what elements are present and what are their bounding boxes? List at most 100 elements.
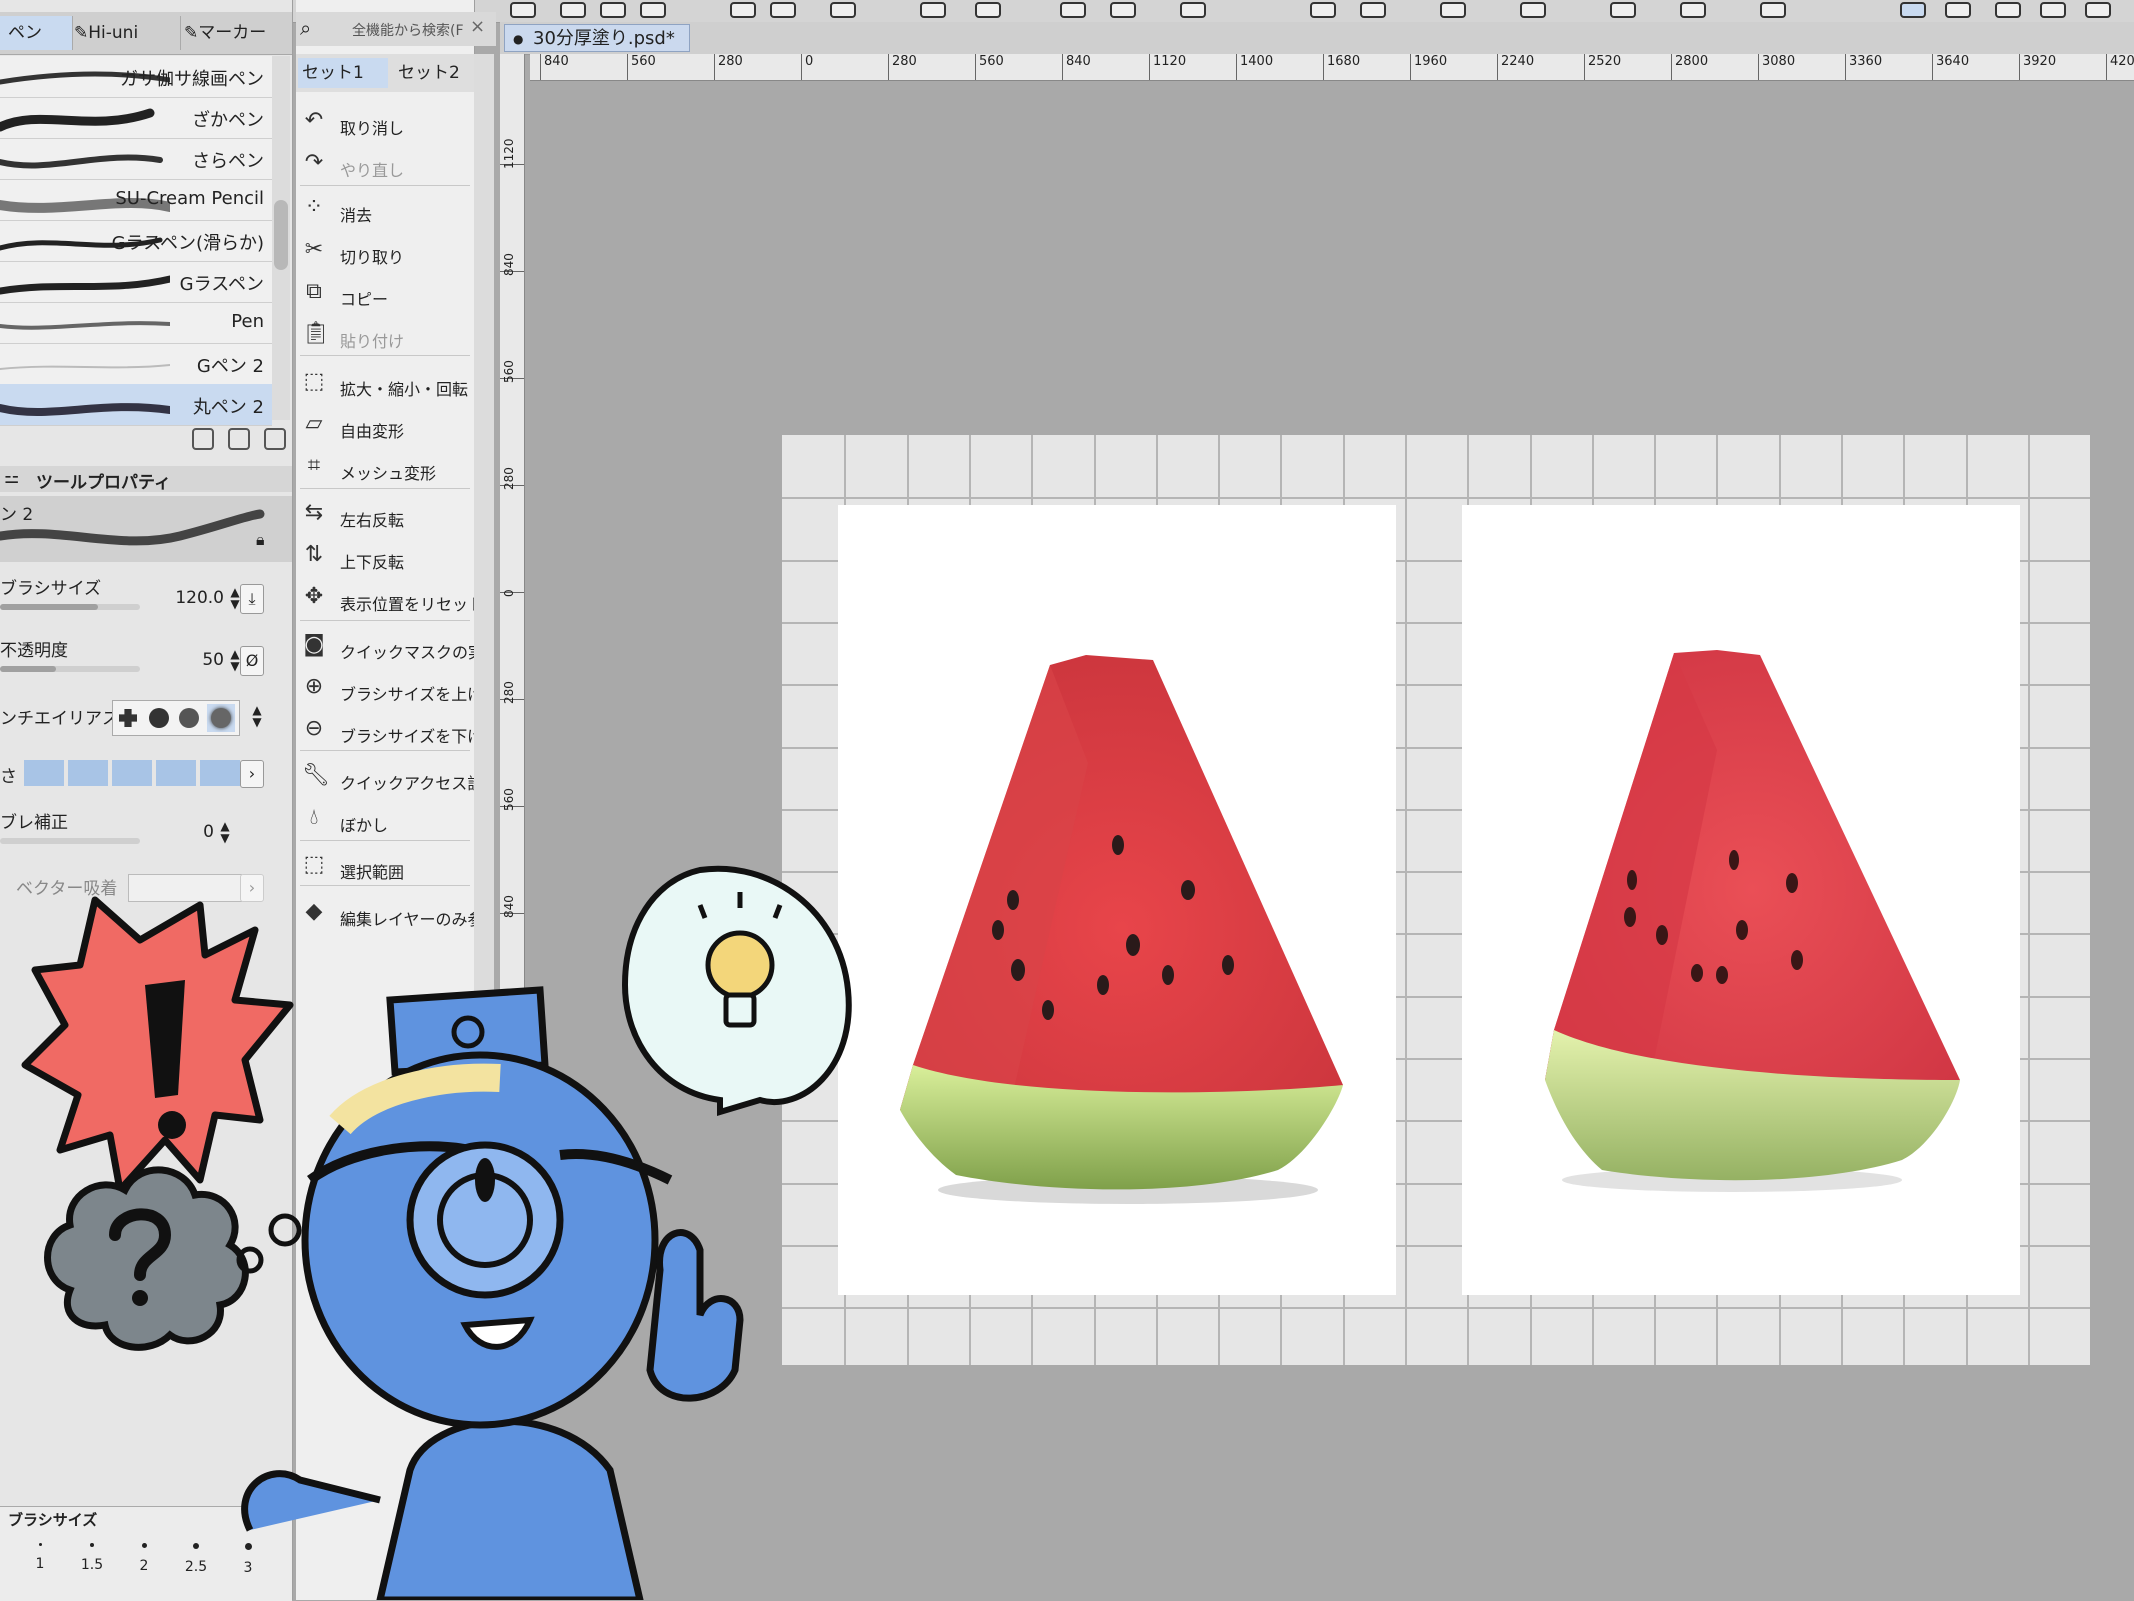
command-item[interactable]: 🔧︎ クイックアクセス設 xyxy=(296,758,483,798)
chevron-right-icon[interactable]: › xyxy=(240,760,264,788)
stabilization-value[interactable]: 0 xyxy=(203,822,214,842)
brush-duplicate-icon[interactable] xyxy=(228,428,250,450)
toolbar-marker-icon[interactable] xyxy=(1610,2,1636,18)
toolbar-redo-icon[interactable] xyxy=(770,2,796,18)
flip-vertical-icon: ⇅ xyxy=(304,542,324,567)
toolbar-snap2-icon[interactable] xyxy=(1945,2,1971,18)
thickness-segment[interactable] xyxy=(112,760,152,786)
scrollbar-thumb[interactable] xyxy=(274,200,288,270)
tab-set-1[interactable]: セット1 xyxy=(298,58,388,88)
toolbar-open-icon[interactable] xyxy=(600,2,626,18)
command-item[interactable]: ◙ クイックマスクの実 xyxy=(296,627,484,667)
brush-size-value[interactable]: 120.0 xyxy=(175,588,224,608)
antialias-weak-icon[interactable] xyxy=(149,708,169,728)
command-item[interactable]: 📋︎ 貼り付け xyxy=(296,316,472,356)
brush-item[interactable]: さらペン xyxy=(0,138,272,180)
command-label: コピー xyxy=(340,290,389,309)
toolbar-fill-icon[interactable] xyxy=(975,2,1001,18)
brush-item[interactable]: Gペン 2 xyxy=(0,343,272,385)
thickness-segment[interactable] xyxy=(200,760,240,786)
command-label: クイックアクセス設 xyxy=(340,774,484,793)
toolbar-transform-icon[interactable] xyxy=(1060,2,1086,18)
opacity-slider[interactable] xyxy=(0,666,140,672)
command-item[interactable]: ⊕ ブラシサイズを上げ xyxy=(296,669,483,709)
toolbar-save-icon[interactable] xyxy=(640,2,666,18)
tab-marker[interactable]: ✎マーカー xyxy=(176,16,297,50)
stabilization-spinner[interactable]: ▲ ▼ xyxy=(218,820,232,846)
stabilization-slider[interactable] xyxy=(0,838,140,844)
tab-hi-uni[interactable]: ✎Hi-uni xyxy=(66,16,181,50)
toolbar-grid-icon[interactable] xyxy=(1440,2,1466,18)
brush-delete-icon[interactable] xyxy=(264,428,286,450)
toolbar-frame-icon[interactable] xyxy=(1680,2,1706,18)
brush-label: ざかペン xyxy=(192,110,264,131)
toolbar-snap-icon[interactable] xyxy=(1900,2,1926,18)
brush-label: Gペン 2 xyxy=(196,356,264,377)
brush-import-icon[interactable] xyxy=(192,428,214,450)
toolbar-clear-icon[interactable] xyxy=(830,2,856,18)
toolbar-deselect-icon[interactable] xyxy=(1110,2,1136,18)
antialias-none-icon[interactable] xyxy=(119,709,137,727)
toolbar-guide-icon[interactable] xyxy=(1520,2,1546,18)
brush-item[interactable]: 丸ペン 2 xyxy=(0,384,272,426)
toolbar-undo-icon[interactable] xyxy=(730,2,756,18)
close-icon[interactable]: × xyxy=(470,16,485,37)
command-label: メッシュ変形 xyxy=(340,464,437,483)
ruler-tick: 560 xyxy=(975,54,1004,80)
brush-item[interactable]: Gラスペン xyxy=(0,261,272,303)
command-label: 左右反転 xyxy=(340,511,405,530)
command-item[interactable]: ⁘ 消去 xyxy=(296,190,472,230)
brush-item[interactable]: ざかペン xyxy=(0,97,272,139)
command-item[interactable]: ↶ 取り消し xyxy=(296,103,472,143)
toolbar-flip-icon[interactable] xyxy=(1310,2,1336,18)
command-item[interactable]: ▱ 自由変形 xyxy=(296,406,472,446)
brush-item[interactable]: ガサ伽サ線画ペン xyxy=(0,56,272,98)
frame-right xyxy=(1462,505,2020,1295)
opacity-reset-icon[interactable]: Ø xyxy=(240,646,264,676)
tab-set-2[interactable]: セット2 xyxy=(394,58,472,88)
command-item[interactable]: ⧉ コピー xyxy=(296,274,472,314)
command-item[interactable]: 💧︎ ぼかし xyxy=(296,800,472,840)
thickness-segment[interactable] xyxy=(24,760,64,786)
opacity-value[interactable]: 50 xyxy=(202,650,224,670)
brush-item[interactable]: Pen xyxy=(0,302,272,344)
brush-size-row: ブラシサイズ 120.0 ▲ ▼ ⤓ xyxy=(0,574,292,624)
command-search[interactable]: ⌕ 全機能から検索(F × xyxy=(296,12,496,46)
command-item[interactable]: ⇆ 左右反転 xyxy=(296,495,472,535)
antialias-medium-icon[interactable] xyxy=(179,708,199,728)
toolbar-hand-icon[interactable] xyxy=(1995,2,2021,18)
thickness-segment[interactable] xyxy=(68,760,108,786)
document-tab[interactable]: ● 30分厚塗り.psd* xyxy=(504,24,690,52)
toolbar-export-icon[interactable] xyxy=(920,2,946,18)
brush-stroke-preview xyxy=(0,275,170,295)
antialias-selector[interactable] xyxy=(112,700,240,736)
toolbar-hand3-icon[interactable] xyxy=(2085,2,2111,18)
thickness-bar[interactable] xyxy=(24,760,240,786)
toolbar-ruler-icon[interactable] xyxy=(1760,2,1786,18)
command-item[interactable]: ↷ やり直し xyxy=(296,145,472,185)
brush-item[interactable]: Gラスペン(滑らか) xyxy=(0,220,272,262)
toolbar-layer-icon[interactable] xyxy=(510,2,536,18)
toolbar-rotate-icon[interactable] xyxy=(1360,2,1386,18)
command-item[interactable]: ⬚ 拡大・縮小・回転 xyxy=(296,364,472,404)
command-item[interactable]: ⇅ 上下反転 xyxy=(296,537,472,577)
command-item[interactable]: ⊖ ブラシサイズを下げ xyxy=(296,711,483,751)
canvas-page[interactable] xyxy=(782,435,2090,1365)
tab-pen[interactable]: ペン xyxy=(0,16,73,50)
thickness-segment[interactable] xyxy=(156,760,196,786)
brush-size-menu-icon[interactable]: ⤓ xyxy=(240,584,264,614)
antialias-label: ンチエイリアス xyxy=(0,709,119,729)
toolbar-hand2-icon[interactable] xyxy=(2040,2,2066,18)
command-item[interactable]: ✥ 表示位置をリセット xyxy=(296,579,484,619)
command-label: 切り取り xyxy=(340,248,405,267)
command-item[interactable]: ⌗ メッシュ変形 xyxy=(296,448,472,488)
toolbar-select-icon[interactable] xyxy=(1180,2,1206,18)
antialias-strong-option[interactable] xyxy=(207,704,235,732)
antialias-spinner[interactable]: ▲ ▼ xyxy=(250,704,264,730)
command-item[interactable]: ✂ 切り取り xyxy=(296,232,472,272)
brush-item[interactable]: SU-Cream Pencil xyxy=(0,179,272,221)
lock-icon[interactable]: 🔒︎ xyxy=(256,530,265,550)
watermelon-photo xyxy=(900,655,1343,1204)
toolbar-new-icon[interactable] xyxy=(560,2,586,18)
brush-size-slider[interactable] xyxy=(0,604,140,610)
